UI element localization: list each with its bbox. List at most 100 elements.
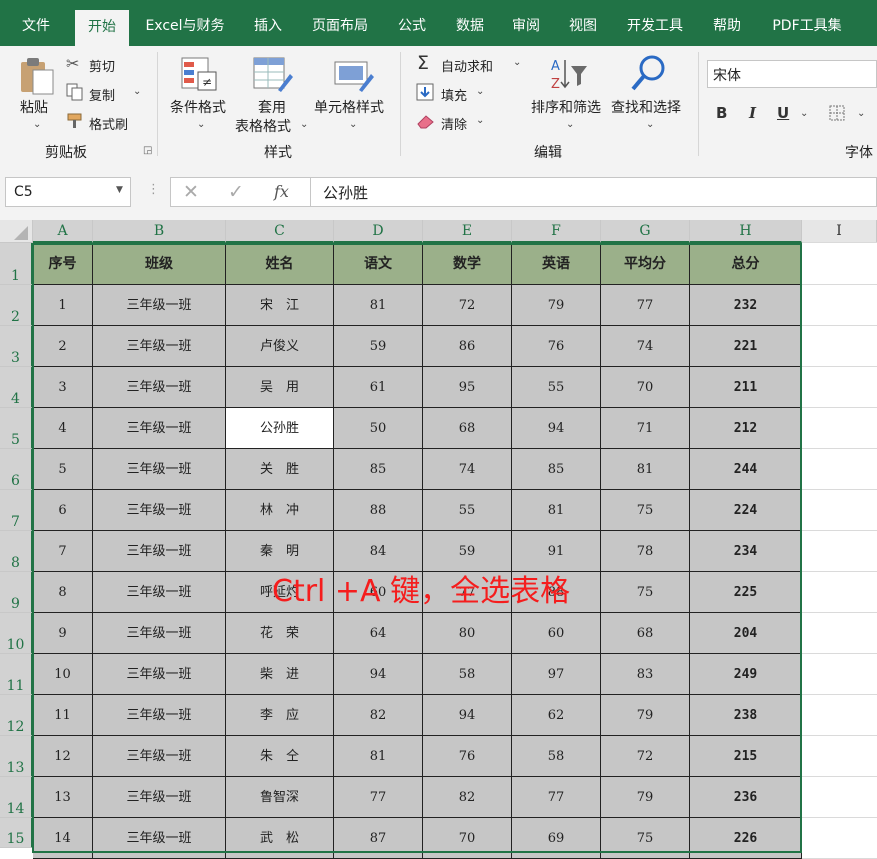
cell-chinese[interactable]: 77 xyxy=(334,777,423,818)
name-box[interactable]: C5 ▼ xyxy=(5,177,131,207)
cell-total[interactable]: 221 xyxy=(690,326,802,367)
cell-average[interactable]: 75 xyxy=(601,818,690,859)
cell-english[interactable]: 97 xyxy=(512,654,601,695)
cell-english[interactable]: 55 xyxy=(512,367,601,408)
bold-button[interactable]: B xyxy=(716,104,727,122)
cell-average[interactable]: 68 xyxy=(601,613,690,654)
cell-math[interactable]: 95 xyxy=(423,367,512,408)
table-header-english[interactable]: 英语 xyxy=(512,243,601,285)
row-header-7[interactable]: 7 xyxy=(0,490,33,531)
cell-name[interactable]: 林 冲 xyxy=(226,490,334,531)
cell-seq[interactable]: 5 xyxy=(33,449,93,490)
cell-seq[interactable]: 12 xyxy=(33,736,93,777)
column-header-a[interactable]: A xyxy=(33,220,93,243)
cell-class[interactable]: 三年级一班 xyxy=(93,408,226,449)
cell-total[interactable]: 244 xyxy=(690,449,802,490)
row-header-6[interactable]: 6 xyxy=(0,449,33,490)
dialog-launcher-icon[interactable]: ◲ xyxy=(143,145,152,156)
column-header-i[interactable]: I xyxy=(802,220,877,243)
cell-english[interactable]: 62 xyxy=(512,695,601,736)
cell-seq[interactable]: 10 xyxy=(33,654,93,695)
cell-average[interactable]: 81 xyxy=(601,449,690,490)
cell-total[interactable]: 236 xyxy=(690,777,802,818)
cell-name[interactable]: 吴 用 xyxy=(226,367,334,408)
cell-chinese[interactable]: 61 xyxy=(334,367,423,408)
cell-math[interactable]: 68 xyxy=(423,408,512,449)
cell-seq[interactable]: 1 xyxy=(33,285,93,326)
chevron-down-icon[interactable]: ⌄ xyxy=(857,108,865,119)
cell-class[interactable]: 三年级一班 xyxy=(93,572,226,613)
cell-total[interactable]: 232 xyxy=(690,285,802,326)
cell-class[interactable]: 三年级一班 xyxy=(93,736,226,777)
tab-pdf-tools[interactable]: PDF工具集 xyxy=(762,0,852,46)
cell-class[interactable]: 三年级一班 xyxy=(93,695,226,736)
cell-english[interactable]: 58 xyxy=(512,736,601,777)
tab-file[interactable]: 文件 xyxy=(10,0,62,46)
cell-name[interactable]: 卢俊义 xyxy=(226,326,334,367)
cell-math[interactable]: 80 xyxy=(423,613,512,654)
table-header-average[interactable]: 平均分 xyxy=(601,243,690,285)
cell-english[interactable]: 94 xyxy=(512,408,601,449)
column-header-g[interactable]: G xyxy=(601,220,690,243)
column-header-d[interactable]: D xyxy=(334,220,423,243)
cell-math[interactable]: 74 xyxy=(423,449,512,490)
cell-math[interactable]: 86 xyxy=(423,326,512,367)
cell-name[interactable]: 公孙胜 xyxy=(226,408,334,449)
cell-english[interactable]: 69 xyxy=(512,818,601,859)
cell-average[interactable]: 78 xyxy=(601,531,690,572)
underline-button[interactable]: U xyxy=(777,104,789,122)
cell-chinese[interactable]: 82 xyxy=(334,695,423,736)
cell-chinese[interactable]: 81 xyxy=(334,285,423,326)
cell-name[interactable]: 武 松 xyxy=(226,818,334,859)
cell-chinese[interactable]: 94 xyxy=(334,654,423,695)
row-header-2[interactable]: 2 xyxy=(0,285,33,326)
font-name-input[interactable]: 宋体 xyxy=(707,60,877,88)
cell-math[interactable]: 70 xyxy=(423,818,512,859)
cell-seq[interactable]: 2 xyxy=(33,326,93,367)
cell-class[interactable]: 三年级一班 xyxy=(93,613,226,654)
column-header-h[interactable]: H xyxy=(690,220,802,243)
cell-total[interactable]: 212 xyxy=(690,408,802,449)
cell-seq[interactable]: 4 xyxy=(33,408,93,449)
cell-chinese[interactable]: 50 xyxy=(334,408,423,449)
cell-average[interactable]: 74 xyxy=(601,326,690,367)
cell-name[interactable]: 李 应 xyxy=(226,695,334,736)
cell-english[interactable]: 60 xyxy=(512,613,601,654)
cell-class[interactable]: 三年级一班 xyxy=(93,449,226,490)
cell-math[interactable]: 82 xyxy=(423,777,512,818)
cell-average[interactable]: 71 xyxy=(601,408,690,449)
cell-average[interactable]: 75 xyxy=(601,490,690,531)
cell-math[interactable]: 76 xyxy=(423,736,512,777)
tab-developer[interactable]: 开发工具 xyxy=(616,0,694,46)
row-header-12[interactable]: 12 xyxy=(0,695,33,736)
cell-total[interactable]: 226 xyxy=(690,818,802,859)
cell-chinese[interactable]: 81 xyxy=(334,736,423,777)
cell-name[interactable]: 柴 进 xyxy=(226,654,334,695)
cell-chinese[interactable]: 64 xyxy=(334,613,423,654)
formula-input[interactable]: 公孙胜 xyxy=(310,177,877,207)
table-header-seq[interactable]: 序号 xyxy=(33,243,93,285)
italic-button[interactable]: I xyxy=(749,104,756,122)
cell-class[interactable]: 三年级一班 xyxy=(93,490,226,531)
tab-insert[interactable]: 插入 xyxy=(244,0,292,46)
cell-total[interactable]: 204 xyxy=(690,613,802,654)
cell-name[interactable]: 宋 江 xyxy=(226,285,334,326)
cell-class[interactable]: 三年级一班 xyxy=(93,531,226,572)
cell-class[interactable]: 三年级一班 xyxy=(93,367,226,408)
row-header-4[interactable]: 4 xyxy=(0,367,33,408)
table-header-chinese[interactable]: 语文 xyxy=(334,243,423,285)
column-header-e[interactable]: E xyxy=(423,220,512,243)
row-header-13[interactable]: 13 xyxy=(0,736,33,777)
row-header-11[interactable]: 11 xyxy=(0,654,33,695)
cell-math[interactable]: 58 xyxy=(423,654,512,695)
cell-english[interactable]: 85 xyxy=(512,449,601,490)
table-header-name[interactable]: 姓名 xyxy=(226,243,334,285)
table-header-math[interactable]: 数学 xyxy=(423,243,512,285)
confirm-icon[interactable]: ✓ xyxy=(228,181,244,203)
tab-page-layout[interactable]: 页面布局 xyxy=(304,0,376,46)
cell-english[interactable]: 76 xyxy=(512,326,601,367)
cell-total[interactable]: 225 xyxy=(690,572,802,613)
cell-name[interactable]: 朱 仝 xyxy=(226,736,334,777)
cell-english[interactable]: 79 xyxy=(512,285,601,326)
cell-chinese[interactable]: 88 xyxy=(334,490,423,531)
